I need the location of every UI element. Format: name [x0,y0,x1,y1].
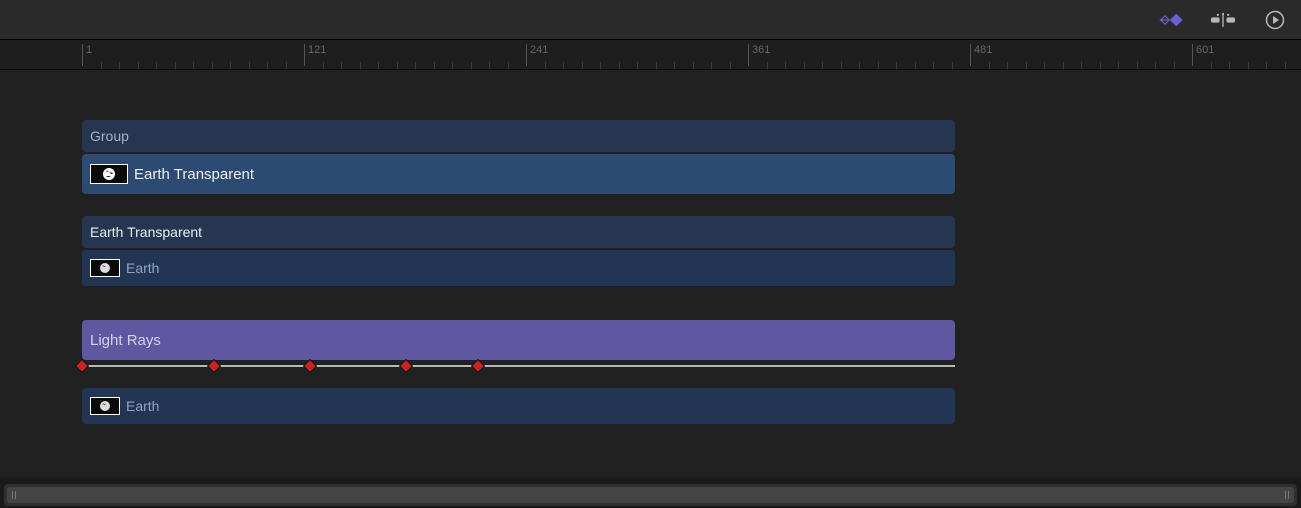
keyframe-marker[interactable] [399,359,413,373]
layer-clip-label: Earth [126,260,159,276]
keyframe-marker[interactable] [471,359,485,373]
scrollbar-thumb[interactable] [7,487,1294,503]
earth-thumbnail-icon [90,164,128,184]
effect-clip-label: Light Rays [90,332,161,349]
layer-clip-label: Earth [126,398,159,414]
layer-header-bar[interactable]: Earth Transparent [82,216,955,248]
keyframe-track[interactable] [82,362,955,370]
earth-thumbnail-icon [90,397,120,415]
layer-clip-earth[interactable]: Earth [82,388,955,424]
ruler-tick-label: 121 [308,44,326,56]
ruler-tick-label: 601 [1196,44,1214,56]
play-circle-icon[interactable] [1263,8,1287,32]
keyframe-marker[interactable] [207,359,221,373]
effect-clip-light-rays[interactable]: Light Rays [82,320,955,360]
horizontal-scrollbar[interactable] [4,484,1297,506]
ruler-tick-label: 481 [974,44,992,56]
layer-clip-earth[interactable]: Earth [82,250,955,286]
group-header-label: Group [90,128,129,144]
group-clip-label: Earth Transparent [134,166,254,183]
earth-thumbnail-icon [90,259,120,277]
keyframe-marker[interactable] [75,359,89,373]
group-clip[interactable]: Earth Transparent [82,154,955,194]
scrollbar-grip-left[interactable] [11,491,17,499]
ruler-tick-label: 361 [752,44,770,56]
scrollbar-grip-right[interactable] [1284,491,1290,499]
layer-header-label: Earth Transparent [90,224,202,240]
snap-icon[interactable] [1211,8,1235,32]
ruler-tick-label: 241 [530,44,548,56]
keyframe-toggle-icon[interactable] [1159,8,1183,32]
keyframe-marker[interactable] [303,359,317,373]
timeline-ruler[interactable]: 1 121 241 361 481 601 [0,40,1301,70]
ruler-tick-label: 1 [86,44,92,56]
group-header-bar[interactable]: Group [82,120,955,152]
timeline-toolbar [0,0,1301,40]
timeline-body[interactable]: Group Earth Transparent Earth Transparen… [0,70,1301,478]
